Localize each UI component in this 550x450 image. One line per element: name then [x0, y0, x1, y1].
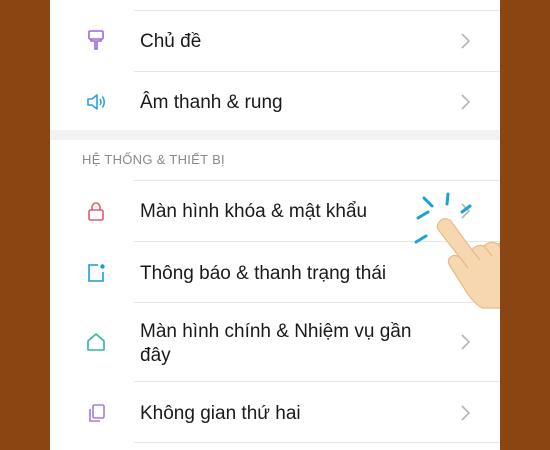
lock-icon — [85, 200, 107, 222]
settings-screen: Chủ đề Âm thanh & rung HỆ THỐNG & THIẾT … — [50, 0, 500, 450]
settings-item-label: Chủ đề — [140, 31, 202, 52]
settings-item-theme[interactable]: Chủ đề — [50, 11, 500, 71]
chevron-right-icon — [459, 93, 473, 111]
settings-item-label-line2: đây — [140, 345, 171, 366]
copy-icon — [85, 402, 107, 424]
section-title: HỆ THỐNG & THIẾT BỊ — [82, 152, 225, 167]
settings-item-second-space[interactable]: Không gian thứ hai — [50, 382, 500, 442]
notification-icon — [85, 262, 107, 284]
section-gap — [50, 130, 500, 140]
chevron-right-icon — [459, 333, 473, 351]
chevron-right-icon — [459, 32, 473, 50]
settings-item-label-line1: Màn hình chính & Nhiệm vụ gần — [140, 321, 412, 342]
brush-icon — [85, 29, 107, 51]
settings-item-label: Âm thanh & rung — [140, 92, 283, 113]
tap-hand-icon — [414, 192, 500, 309]
settings-item-label: Thông báo & thanh trạng thái — [140, 263, 387, 284]
home-icon — [85, 331, 107, 353]
settings-item-label: Màn hình khóa & mật khẩu — [140, 201, 368, 222]
settings-item-home-screen[interactable]: Màn hình chính & Nhiệm vụ gần đây — [50, 303, 500, 381]
chevron-right-icon — [459, 404, 473, 422]
settings-item-label: Không gian thứ hai — [140, 403, 301, 424]
speaker-icon — [85, 91, 107, 113]
divider — [134, 442, 500, 443]
settings-item-sound[interactable]: Âm thanh & rung — [50, 72, 500, 130]
